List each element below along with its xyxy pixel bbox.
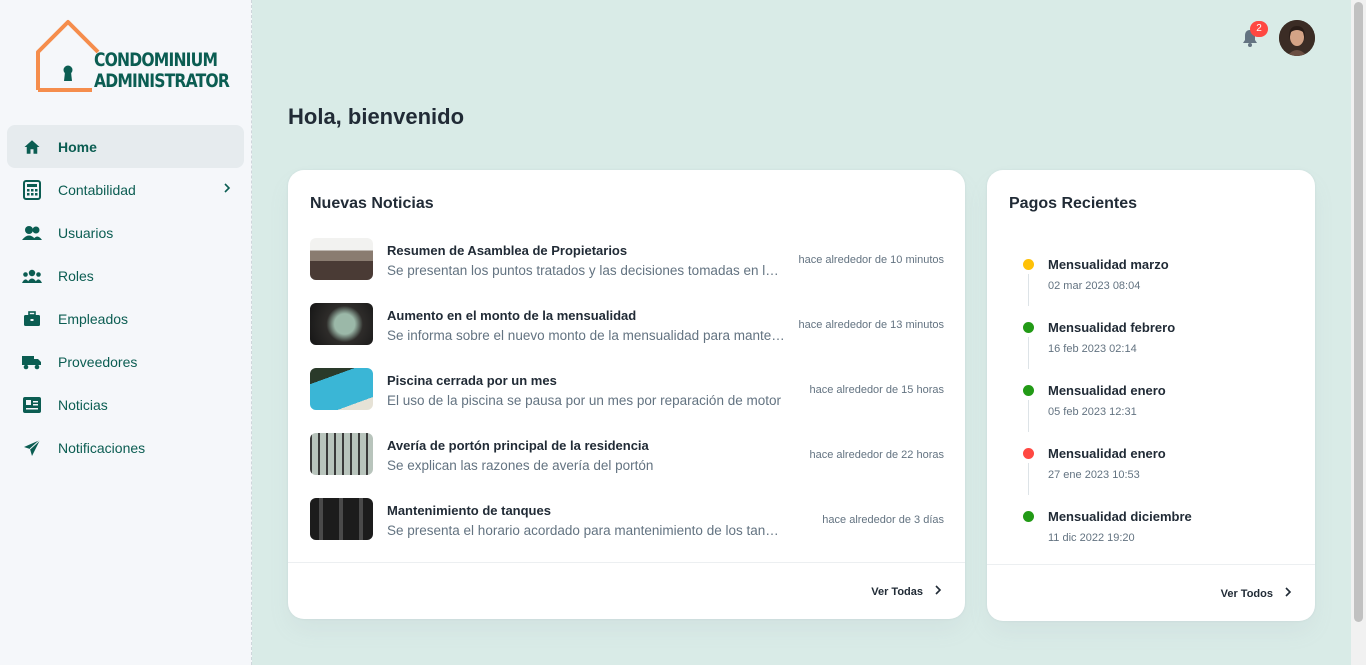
status-dot <box>1023 385 1034 396</box>
sidebar-item-notificaciones[interactable]: Notificaciones <box>7 426 244 469</box>
notification-badge: 2 <box>1250 21 1268 37</box>
news-thumbnail <box>310 368 373 410</box>
news-item-title: Aumento en el monto de la mensualidad <box>387 308 637 323</box>
payment-title: Mensualidad febrero <box>1048 320 1176 335</box>
news-item-time: hace alrededor de 3 días <box>822 514 944 526</box>
sidebar-item-roles[interactable]: Roles <box>7 254 244 297</box>
news-item-description: Se presenta el horario acordado para man… <box>387 523 785 538</box>
sidebar-item-label: Roles <box>58 267 94 284</box>
timeline-item: Mensualidad enero 05 feb 2023 12:31 <box>1017 380 1297 443</box>
sidebar-item-label: Usuarios <box>58 224 114 241</box>
timeline-connector <box>1028 337 1029 369</box>
card-divider <box>987 564 1315 565</box>
news-item-description: Se explican las razones de avería del po… <box>387 458 654 473</box>
news-card-title: Nuevas Noticias <box>310 195 434 212</box>
sidebar: CONDOMINIUM ADMINISTRATOR Home Contabili… <box>0 0 252 665</box>
news-item-time: hace alrededor de 10 minutos <box>798 254 944 266</box>
status-dot <box>1023 322 1034 333</box>
news-item[interactable]: Mantenimiento de tanques Se presenta el … <box>310 498 944 542</box>
card-divider <box>288 562 965 563</box>
news-item-title: Piscina cerrada por un mes <box>387 373 557 388</box>
status-dot <box>1023 259 1034 270</box>
view-all-payments-button[interactable]: Ver Todos <box>1221 586 1293 601</box>
sidebar-item-label: Noticias <box>58 396 108 413</box>
calculator-icon <box>22 179 42 200</box>
payment-title: Mensualidad diciembre <box>1048 509 1192 524</box>
news-item[interactable]: Aumento en el monto de la mensualidad Se… <box>310 303 944 347</box>
news-thumbnail <box>310 498 373 540</box>
timeline-item: Mensualidad marzo 02 mar 2023 08:04 <box>1017 254 1297 317</box>
news-thumbnail <box>310 303 373 345</box>
sidebar-item-label: Notificaciones <box>58 439 146 456</box>
home-icon <box>22 137 42 157</box>
avatar[interactable] <box>1279 20 1315 56</box>
page-title: Hola, bienvenido <box>288 104 465 129</box>
payments-card: Pagos Recientes Mensualidad marzo 02 mar… <box>987 170 1315 621</box>
sidebar-item-usuarios[interactable]: Usuarios <box>7 211 244 254</box>
chevron-right-icon <box>1283 586 1293 601</box>
sidebar-item-contabilidad[interactable]: Contabilidad <box>7 168 244 211</box>
timeline-connector <box>1028 463 1029 495</box>
view-all-news-label: Ver Todas <box>871 585 923 598</box>
sidebar-item-label: Proveedores <box>58 353 138 370</box>
news-item-title: Avería de portón principal de la residen… <box>387 438 649 453</box>
payment-title: Mensualidad enero <box>1048 383 1166 398</box>
sidebar-item-empleados[interactable]: Empleados <box>7 297 244 340</box>
sidebar-item-proveedores[interactable]: Proveedores <box>7 340 244 383</box>
sidebar-nav: Home Contabilidad Usuarios Roles Emplead… <box>7 125 244 469</box>
news-thumbnail <box>310 238 373 280</box>
truck-icon <box>22 352 42 372</box>
timeline-connector <box>1028 400 1029 432</box>
payment-title: Mensualidad marzo <box>1048 257 1169 272</box>
brand-name: CONDOMINIUM ADMINISTRATOR <box>94 49 230 92</box>
news-item-description: Se informa sobre el nuevo monto de la me… <box>387 328 785 343</box>
news-card: Nuevas Noticias Resumen de Asamblea de P… <box>288 170 965 619</box>
sidebar-item-label: Home <box>58 138 97 155</box>
scrollbar-thumb[interactable] <box>1354 2 1363 622</box>
view-all-payments-label: Ver Todos <box>1220 587 1273 600</box>
user-avatar-image <box>1279 20 1315 56</box>
sidebar-item-home[interactable]: Home <box>7 125 244 168</box>
view-all-news-button[interactable]: Ver Todas <box>871 584 943 599</box>
payment-date: 16 feb 2023 02:14 <box>1048 343 1137 355</box>
users-icon <box>22 223 42 243</box>
news-item-title: Resumen de Asamblea de Propietarios <box>387 243 628 258</box>
payment-title: Mensualidad enero <box>1048 446 1166 461</box>
news-item-time: hace alrededor de 22 horas <box>809 449 944 461</box>
brand-line-2: ADMINISTRATOR <box>94 70 230 92</box>
payment-date: 02 mar 2023 08:04 <box>1048 280 1141 292</box>
status-dot <box>1023 448 1034 459</box>
briefcase-icon <box>22 309 42 329</box>
timeline-item: Mensualidad febrero 16 feb 2023 02:14 <box>1017 317 1297 380</box>
payment-date: 05 feb 2023 12:31 <box>1048 406 1137 418</box>
news-item[interactable]: Resumen de Asamblea de Propietarios Se p… <box>310 238 944 282</box>
news-item-description: El uso de la piscina se pausa por un mes… <box>387 393 781 408</box>
payment-date: 11 dic 2022 19:20 <box>1048 532 1135 544</box>
news-thumbnail <box>310 433 373 475</box>
payment-date: 27 ene 2023 10:53 <box>1048 469 1140 481</box>
group-icon <box>22 266 42 286</box>
sidebar-item-label: Empleados <box>58 310 129 327</box>
news-item[interactable]: Piscina cerrada por un mes El uso de la … <box>310 368 944 412</box>
news-item-time: hace alrededor de 15 horas <box>809 384 944 396</box>
sidebar-item-label: Contabilidad <box>58 181 136 198</box>
sidebar-item-noticias[interactable]: Noticias <box>7 383 244 426</box>
timeline-item: Mensualidad enero 27 ene 2023 10:53 <box>1017 443 1297 506</box>
status-dot <box>1023 511 1034 522</box>
send-icon <box>22 438 42 458</box>
newspaper-icon <box>22 395 42 415</box>
timeline-item: Mensualidad diciembre 11 dic 2022 19:20 <box>1017 506 1297 569</box>
news-item-description: Se presentan los puntos tratados y las d… <box>387 263 785 278</box>
chevron-right-icon <box>933 584 943 599</box>
news-item-title: Mantenimiento de tanques <box>387 503 551 518</box>
payments-card-title: Pagos Recientes <box>1009 195 1138 212</box>
chevron-right-icon <box>220 181 234 198</box>
news-item[interactable]: Avería de portón principal de la residen… <box>310 433 944 477</box>
brand-line-1: CONDOMINIUM <box>94 49 218 71</box>
brand-logo[interactable]: CONDOMINIUM ADMINISTRATOR <box>34 18 230 98</box>
news-item-time: hace alrededor de 13 minutos <box>798 319 944 331</box>
timeline-connector <box>1028 274 1029 306</box>
page-scrollbar[interactable] <box>1351 0 1366 665</box>
